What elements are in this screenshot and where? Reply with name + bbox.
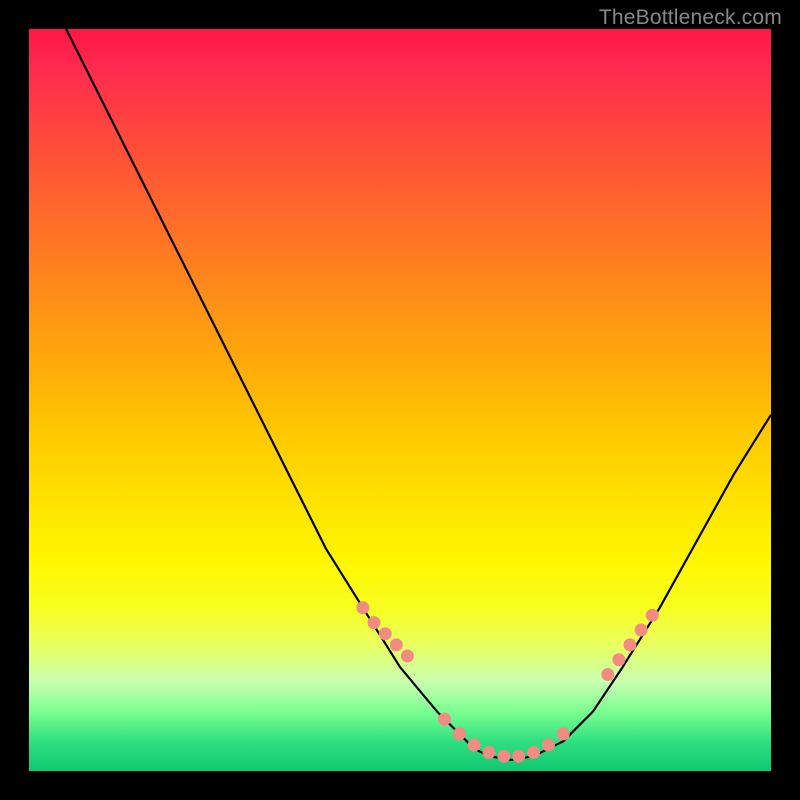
watermark-text: TheBottleneck.com	[599, 6, 782, 30]
chart-container: TheBottleneck.com	[0, 0, 800, 800]
gradient-background	[29, 29, 771, 771]
